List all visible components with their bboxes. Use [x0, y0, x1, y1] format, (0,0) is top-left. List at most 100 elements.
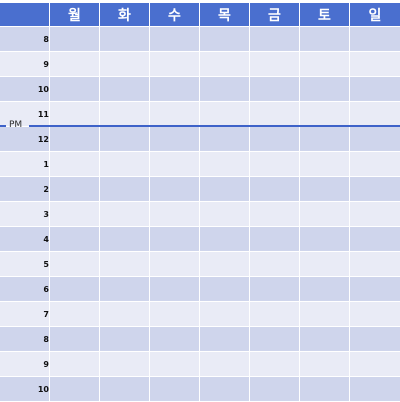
time-slot-cell[interactable]: [100, 252, 150, 277]
time-slot-cell[interactable]: [150, 102, 200, 127]
time-slot-cell[interactable]: [150, 302, 200, 327]
time-slot-cell[interactable]: [100, 227, 150, 252]
time-slot-cell[interactable]: [50, 227, 100, 252]
time-slot-cell[interactable]: [350, 27, 400, 52]
time-slot-cell[interactable]: [350, 352, 400, 377]
time-slot-cell[interactable]: [250, 27, 300, 52]
time-slot-cell[interactable]: [250, 327, 300, 352]
time-slot-cell[interactable]: [250, 277, 300, 302]
time-slot-cell[interactable]: [200, 327, 250, 352]
time-slot-cell[interactable]: [250, 102, 300, 127]
time-slot-cell[interactable]: [50, 127, 100, 152]
time-slot-cell[interactable]: [50, 327, 100, 352]
time-slot-cell[interactable]: [350, 252, 400, 277]
time-slot-cell[interactable]: [100, 77, 150, 102]
time-slot-cell[interactable]: [100, 102, 150, 127]
time-slot-cell[interactable]: [300, 202, 350, 227]
time-slot-cell[interactable]: [200, 352, 250, 377]
time-slot-cell[interactable]: [300, 327, 350, 352]
time-slot-cell[interactable]: [150, 227, 200, 252]
time-slot-cell[interactable]: [350, 202, 400, 227]
time-slot-cell[interactable]: [250, 377, 300, 402]
time-slot-cell[interactable]: [250, 152, 300, 177]
time-slot-cell[interactable]: [350, 52, 400, 77]
time-slot-cell[interactable]: [300, 102, 350, 127]
time-slot-cell[interactable]: [150, 352, 200, 377]
time-slot-cell[interactable]: [300, 127, 350, 152]
time-slot-cell[interactable]: [150, 252, 200, 277]
time-slot-cell[interactable]: [150, 152, 200, 177]
time-slot-cell[interactable]: [50, 52, 100, 77]
time-slot-cell[interactable]: [250, 52, 300, 77]
time-slot-cell[interactable]: [350, 77, 400, 102]
time-slot-cell[interactable]: [200, 127, 250, 152]
time-slot-cell[interactable]: [250, 227, 300, 252]
time-slot-cell[interactable]: [300, 302, 350, 327]
day-header-tue[interactable]: 화: [100, 3, 150, 27]
time-slot-cell[interactable]: [200, 302, 250, 327]
time-slot-cell[interactable]: [100, 127, 150, 152]
time-slot-cell[interactable]: [100, 177, 150, 202]
time-slot-cell[interactable]: [100, 52, 150, 77]
time-slot-cell[interactable]: [350, 302, 400, 327]
time-slot-cell[interactable]: [300, 27, 350, 52]
time-slot-cell[interactable]: [100, 277, 150, 302]
time-slot-cell[interactable]: [100, 202, 150, 227]
time-slot-cell[interactable]: [250, 302, 300, 327]
time-slot-cell[interactable]: [100, 27, 150, 52]
time-slot-cell[interactable]: [150, 377, 200, 402]
time-slot-cell[interactable]: [200, 27, 250, 52]
time-slot-cell[interactable]: [150, 277, 200, 302]
time-slot-cell[interactable]: [50, 277, 100, 302]
day-header-thu[interactable]: 목: [200, 3, 250, 27]
time-slot-cell[interactable]: [50, 177, 100, 202]
time-slot-cell[interactable]: [300, 77, 350, 102]
time-slot-cell[interactable]: [50, 377, 100, 402]
time-slot-cell[interactable]: [100, 302, 150, 327]
time-slot-cell[interactable]: [150, 177, 200, 202]
time-slot-cell[interactable]: [300, 52, 350, 77]
time-slot-cell[interactable]: [50, 77, 100, 102]
time-slot-cell[interactable]: [50, 252, 100, 277]
time-slot-cell[interactable]: [250, 252, 300, 277]
time-slot-cell[interactable]: [250, 202, 300, 227]
time-slot-cell[interactable]: [250, 127, 300, 152]
time-slot-cell[interactable]: [200, 102, 250, 127]
day-header-mon[interactable]: 월: [50, 3, 100, 27]
time-slot-cell[interactable]: [350, 277, 400, 302]
time-slot-cell[interactable]: [50, 152, 100, 177]
time-slot-cell[interactable]: [200, 202, 250, 227]
time-slot-cell[interactable]: [100, 352, 150, 377]
time-slot-cell[interactable]: [300, 252, 350, 277]
time-slot-cell[interactable]: [350, 102, 400, 127]
time-slot-cell[interactable]: [200, 177, 250, 202]
time-slot-cell[interactable]: [50, 27, 100, 52]
day-header-sat[interactable]: 토: [300, 3, 350, 27]
time-slot-cell[interactable]: [50, 302, 100, 327]
time-slot-cell[interactable]: [150, 327, 200, 352]
time-slot-cell[interactable]: [200, 227, 250, 252]
time-slot-cell[interactable]: [250, 77, 300, 102]
time-slot-cell[interactable]: [200, 152, 250, 177]
time-slot-cell[interactable]: [150, 127, 200, 152]
time-slot-cell[interactable]: [300, 152, 350, 177]
time-slot-cell[interactable]: [250, 177, 300, 202]
time-slot-cell[interactable]: [100, 377, 150, 402]
time-slot-cell[interactable]: [100, 327, 150, 352]
time-slot-cell[interactable]: [150, 52, 200, 77]
time-slot-cell[interactable]: [150, 77, 200, 102]
day-header-fri[interactable]: 금: [250, 3, 300, 27]
time-slot-cell[interactable]: [200, 52, 250, 77]
time-slot-cell[interactable]: [350, 227, 400, 252]
time-slot-cell[interactable]: [50, 352, 100, 377]
day-header-wed[interactable]: 수: [150, 3, 200, 27]
time-slot-cell[interactable]: [300, 352, 350, 377]
time-slot-cell[interactable]: [50, 202, 100, 227]
time-slot-cell[interactable]: [200, 277, 250, 302]
time-slot-cell[interactable]: [300, 277, 350, 302]
time-slot-cell[interactable]: [200, 77, 250, 102]
time-slot-cell[interactable]: [150, 27, 200, 52]
time-slot-cell[interactable]: [350, 377, 400, 402]
time-slot-cell[interactable]: [300, 377, 350, 402]
time-slot-cell[interactable]: [200, 377, 250, 402]
